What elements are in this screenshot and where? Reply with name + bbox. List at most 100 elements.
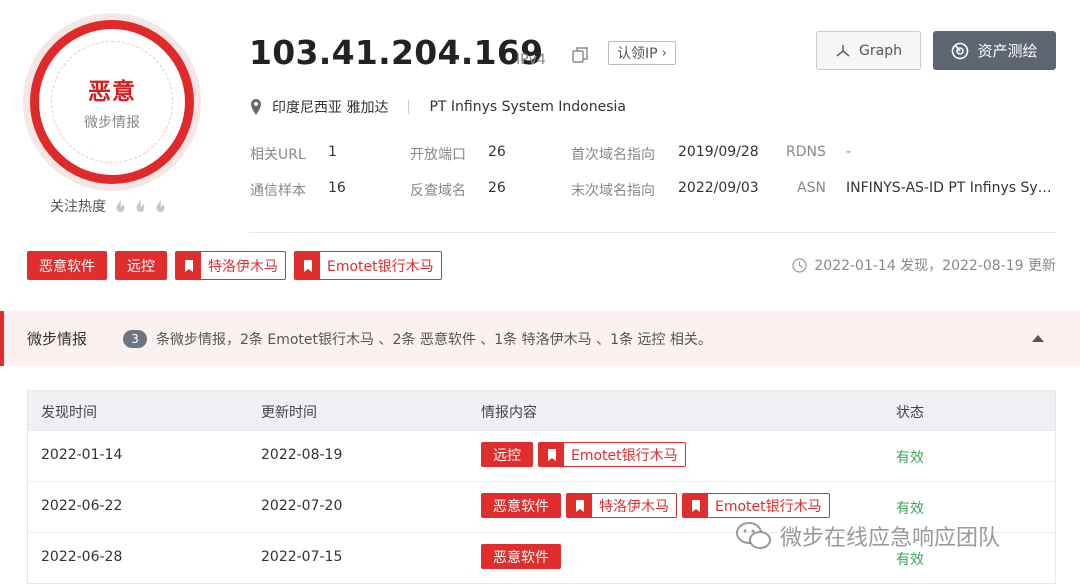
attention-heat: 关注热度 xyxy=(50,196,167,216)
meta-comm-samples-value[interactable]: 16 xyxy=(328,180,346,196)
attention-heat-label: 关注热度 xyxy=(50,199,106,215)
collapse-caret-icon[interactable] xyxy=(1032,335,1044,342)
tag-emotet[interactable]: Emotet银行木马 xyxy=(294,251,442,280)
location-text: 印度尼西亚 雅加达 xyxy=(272,100,389,116)
isp-text: PT Infinys System Indonesia xyxy=(429,99,626,115)
meta-value: INFINYS-AS-ID PT Infinys Sy… xyxy=(846,180,1052,196)
verdict-ring: 恶意 微步情报 xyxy=(30,20,194,184)
claim-ip-label: 认领IP xyxy=(617,46,658,62)
tag-remote-control[interactable]: 远控 xyxy=(115,251,167,280)
flame-icon xyxy=(156,198,165,212)
intel-summary: 条微步情报，2条 Emotet银行木马 、2条 恶意软件 、1条 特洛伊木马 、… xyxy=(156,331,712,348)
tag-trojan[interactable]: 特洛伊木马 xyxy=(566,493,677,518)
tag-label: 特洛伊木马 xyxy=(208,258,278,275)
tag-emotet[interactable]: Emotet银行木马 xyxy=(682,493,830,518)
intel-tags: 恶意软件 xyxy=(481,544,561,569)
tag-trojan[interactable]: 特洛伊木马 xyxy=(175,251,286,280)
status-badge: 有效 xyxy=(896,501,924,517)
meta-label: 相关URL xyxy=(250,147,306,163)
tag-label: 特洛伊木马 xyxy=(599,498,669,515)
intel-summary-bar[interactable]: 微步情报 3 条微步情报，2条 Emotet银行木马 、2条 恶意软件 、1条 … xyxy=(0,311,1080,366)
meta-first-domain: 首次域名指向 xyxy=(571,144,655,164)
asset-mapping-button[interactable]: 资产测绘 xyxy=(933,31,1056,70)
location-pin-icon xyxy=(251,99,261,115)
verdict-source: 微步情报 xyxy=(84,115,140,131)
tag-label: Emotet银行木马 xyxy=(715,498,822,515)
tag-emotet[interactable]: Emotet银行木马 xyxy=(538,442,686,467)
meta-label: ASN xyxy=(797,180,826,196)
col-header: 发现时间 xyxy=(41,405,97,421)
meta-reverse-domain: 反查域名 xyxy=(410,180,466,200)
flame-icon xyxy=(116,198,125,212)
intel-table: 发现时间 更新时间 情报内容 状态 2022-01-14 2022-08-19 … xyxy=(27,390,1056,584)
meta-rdns: RDNS xyxy=(786,144,826,160)
asset-mapping-label: 资产测绘 xyxy=(977,42,1038,60)
intel-tags: 远控 Emotet银行木马 xyxy=(481,442,686,467)
tag-label: Emotet银行木马 xyxy=(327,258,434,275)
ip-address: 103.41.204.169 xyxy=(249,33,544,72)
meta-value: 2019/09/28 xyxy=(678,144,759,160)
update-time: 2022-07-15 xyxy=(261,549,343,565)
meta-value[interactable]: 1 xyxy=(328,144,337,160)
found-time: 2022-06-28 xyxy=(41,549,123,565)
update-time: 2022-07-20 xyxy=(261,498,343,514)
clock-icon xyxy=(792,257,807,273)
meta-value: 2022/09/03 xyxy=(678,180,759,196)
meta-related-url: 相关URL xyxy=(250,144,306,164)
meta-open-ports: 开放端口 xyxy=(410,144,466,164)
meta-related-url-value[interactable]: 1 xyxy=(328,144,337,160)
copy-icon[interactable] xyxy=(570,45,590,65)
discovered-updated-dates: 2022-01-14 发现，2022-08-19 更新 xyxy=(792,255,1056,275)
location-divider xyxy=(408,100,410,114)
graph-button-label: Graph xyxy=(859,42,902,59)
verdict-label: 恶意 xyxy=(88,79,136,105)
heat-flames xyxy=(114,198,167,214)
chevron-right-icon: › xyxy=(661,45,667,61)
graph-button[interactable]: Graph xyxy=(816,31,921,70)
col-header: 状态 xyxy=(896,405,924,421)
meta-value[interactable]: 26 xyxy=(488,180,506,196)
meta-value[interactable]: 26 xyxy=(488,144,506,160)
tag-malware[interactable]: 恶意软件 xyxy=(481,493,561,518)
meta-asn-value: INFINYS-AS-ID PT Infinys Sy… xyxy=(846,180,1052,196)
meta-label: 通信样本 xyxy=(250,183,306,199)
bookmark-icon xyxy=(539,443,564,466)
col-header: 情报内容 xyxy=(481,405,537,421)
target-icon xyxy=(952,42,969,59)
meta-reverse-domain-value[interactable]: 26 xyxy=(488,180,506,196)
found-time: 2022-06-22 xyxy=(41,498,123,514)
tag-malware[interactable]: 恶意软件 xyxy=(27,251,107,280)
claim-ip-button[interactable]: 认领IP › xyxy=(608,41,676,65)
graph-icon xyxy=(836,44,850,57)
meta-open-ports-value[interactable]: 26 xyxy=(488,144,506,160)
flame-icon xyxy=(136,198,145,212)
update-time: 2022-08-19 xyxy=(261,447,343,463)
dates-text: 2022-01-14 发现，2022-08-19 更新 xyxy=(814,258,1056,274)
tag-label: Emotet银行木马 xyxy=(571,447,678,464)
bookmark-icon xyxy=(176,252,201,279)
meta-rdns-value: - xyxy=(846,144,851,160)
meta-value[interactable]: 16 xyxy=(328,180,346,196)
status-badge: 有效 xyxy=(896,450,924,466)
meta-label: 反查域名 xyxy=(410,183,466,199)
found-time: 2022-01-14 xyxy=(41,447,123,463)
meta-asn: ASN xyxy=(797,180,826,196)
verdict-ring-inner: 恶意 微步情报 xyxy=(51,41,173,163)
meta-label: 末次域名指向 xyxy=(571,183,655,199)
verdict-ring-border: 恶意 微步情报 xyxy=(30,20,194,184)
table-row: 2022-01-14 2022-08-19 远控 Emotet银行木马 有效 xyxy=(28,430,1055,481)
intel-count-badge: 3 xyxy=(123,329,148,348)
meta-label: 开放端口 xyxy=(410,147,466,163)
ip-version: IPv4 xyxy=(516,52,546,68)
meta-first-domain-value: 2019/09/28 xyxy=(678,144,759,160)
bookmark-icon xyxy=(295,252,320,279)
meta-label: RDNS xyxy=(786,144,826,160)
intel-tags: 恶意软件 特洛伊木马 Emotet银行木马 xyxy=(481,493,830,518)
watermark: 微步在线应急响应团队 xyxy=(734,520,1000,552)
wechat-icon xyxy=(736,522,771,549)
tag-malware[interactable]: 恶意软件 xyxy=(481,544,561,569)
tag-remote-control[interactable]: 远控 xyxy=(481,442,533,467)
header-divider xyxy=(249,232,1056,233)
tag-list: 恶意软件 远控 特洛伊木马 Emotet银行木马 xyxy=(27,251,442,280)
status-badge: 有效 xyxy=(896,552,924,568)
